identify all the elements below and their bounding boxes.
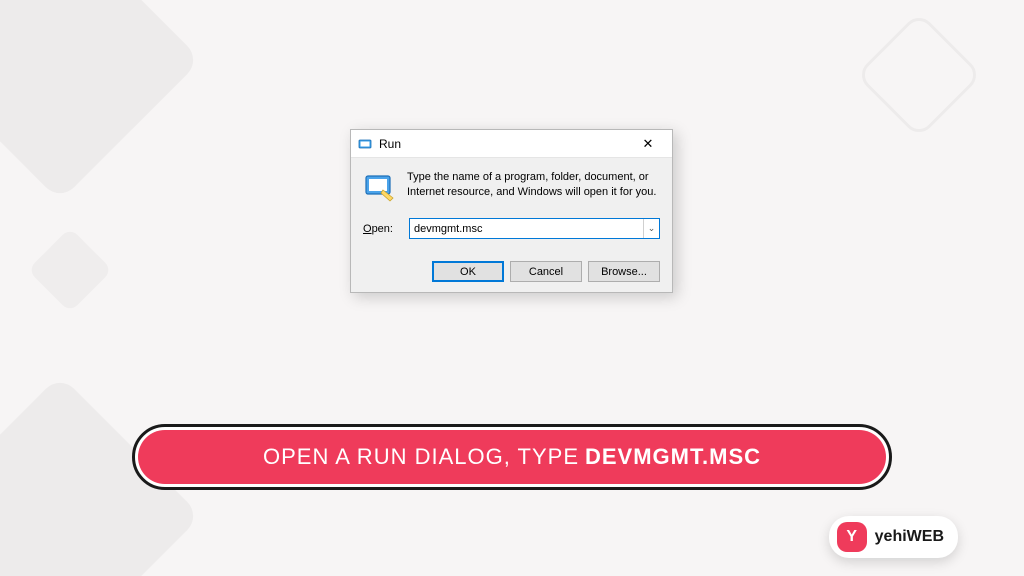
dialog-title: Run — [379, 137, 401, 151]
brand-logo: Y yehiWEB — [829, 516, 958, 558]
run-dialog: Run ✕ Type the name of a program, folder… — [350, 129, 673, 293]
run-app-icon — [357, 136, 373, 152]
run-program-icon — [363, 170, 397, 204]
brand-text: yehiWEB — [875, 528, 944, 546]
decorative-shape — [0, 0, 201, 201]
dialog-body: Type the name of a program, folder, docu… — [351, 158, 672, 292]
open-combobox[interactable]: ⌄ — [409, 218, 660, 239]
dialog-description: Type the name of a program, folder, docu… — [407, 170, 660, 204]
decorative-shape — [855, 11, 982, 138]
titlebar[interactable]: Run ✕ — [351, 130, 672, 158]
ok-button[interactable]: OK — [432, 261, 504, 282]
caption-highlight: DEVMGMT.MSC — [585, 444, 761, 470]
caption-prefix: OPEN A RUN DIALOG, TYPE — [263, 444, 579, 470]
close-button[interactable]: ✕ — [630, 133, 666, 155]
brand-mark-icon: Y — [837, 522, 867, 552]
browse-button[interactable]: Browse... — [588, 261, 660, 282]
decorative-shape — [28, 228, 113, 313]
open-label: Open: — [363, 223, 401, 235]
caption-banner: OPEN A RUN DIALOG, TYPE DEVMGMT.MSC — [132, 424, 892, 490]
open-input[interactable] — [410, 223, 643, 235]
close-icon: ✕ — [643, 137, 654, 150]
chevron-down-icon[interactable]: ⌄ — [643, 219, 659, 238]
cancel-button[interactable]: Cancel — [510, 261, 582, 282]
